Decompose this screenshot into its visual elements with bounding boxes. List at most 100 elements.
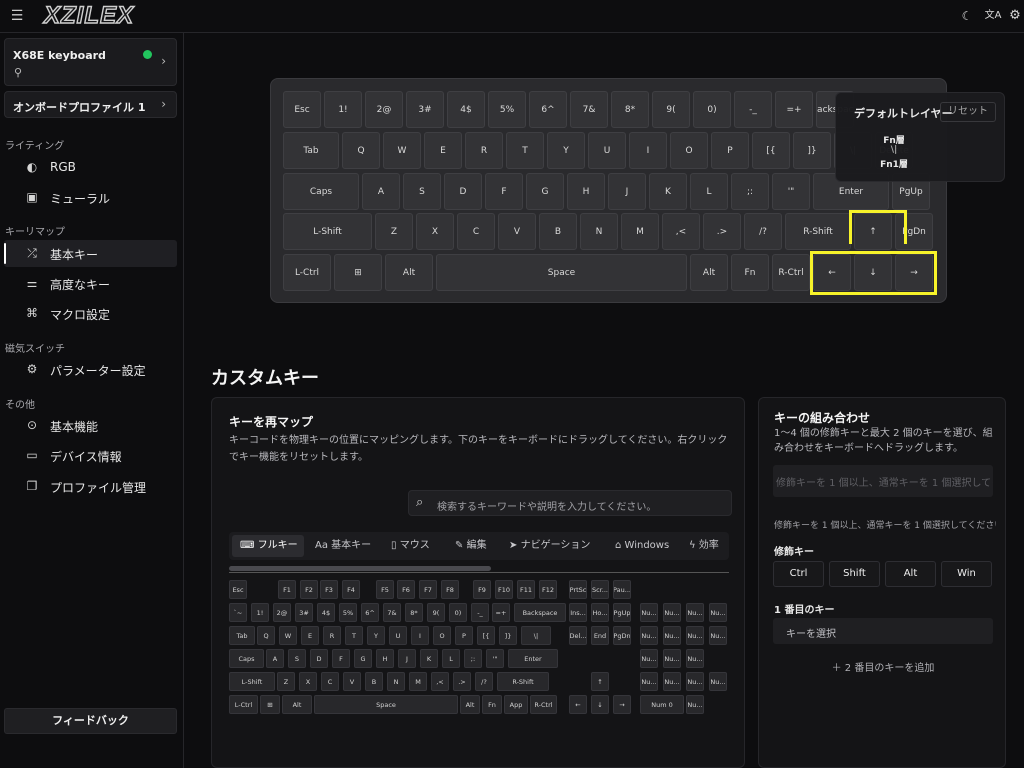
mini-key-1-5[interactable]: F4 — [342, 580, 360, 599]
key-5-8[interactable]: ← — [813, 254, 851, 291]
dark-mode-icon[interactable]: ☾ — [958, 7, 976, 25]
key-1-10[interactable]: 9( — [652, 91, 690, 128]
mini-key-6-10[interactable]: ↓ — [591, 695, 609, 714]
mini-key-2-18[interactable]: Nu... — [640, 603, 658, 622]
modifier-alt-button[interactable]: Alt — [885, 561, 936, 587]
mini-key-5-1[interactable]: L-Shift — [229, 672, 275, 691]
mini-key-1-14[interactable]: PrtSc — [569, 580, 587, 599]
key-4-1[interactable]: L-Shift — [283, 213, 372, 250]
mini-key-4-7[interactable]: H — [376, 649, 394, 668]
key-2-9[interactable]: I — [629, 132, 667, 169]
mini-key-1-11[interactable]: F10 — [495, 580, 513, 599]
key-1-12[interactable]: -_ — [734, 91, 772, 128]
mini-key-2-8[interactable]: 7& — [383, 603, 401, 622]
mini-key-6-13[interactable]: Nu... — [686, 695, 704, 714]
key-4-4[interactable]: C — [457, 213, 495, 250]
modifier-shift-button[interactable]: Shift — [829, 561, 880, 587]
key-3-11[interactable]: ;: — [731, 173, 769, 210]
feedback-button[interactable]: フィードバック — [4, 708, 177, 734]
mini-key-6-8[interactable]: R-Ctrl — [530, 695, 557, 714]
mini-key-4-15[interactable]: Nu... — [663, 649, 681, 668]
sidebar-item-device-info[interactable]: ▭ デバイス情報 — [4, 442, 177, 469]
mini-key-5-13[interactable]: ↑ — [591, 672, 609, 691]
mini-key-3-20[interactable]: Nu... — [686, 626, 704, 645]
scrollbar-thumb[interactable] — [229, 566, 491, 571]
mini-key-2-2[interactable]: 1! — [251, 603, 269, 622]
key-3-9[interactable]: K — [649, 173, 687, 210]
mini-key-6-12[interactable]: Num 0 — [640, 695, 684, 714]
key-4-7[interactable]: N — [580, 213, 618, 250]
sidebar-item-basic-functions[interactable]: ⊙ 基本機能 — [4, 412, 177, 439]
mini-key-5-11[interactable]: /? — [475, 672, 493, 691]
language-icon[interactable]: 文A — [984, 7, 1002, 25]
mini-key-3-5[interactable]: R — [323, 626, 341, 645]
device-card[interactable]: X68E keyboard › ⚲ — [4, 38, 177, 86]
search-input[interactable]: 検索するキーワードや説明を入力してください。 — [437, 498, 656, 513]
mini-key-4-12[interactable]: '" — [486, 649, 504, 668]
mini-key-1-4[interactable]: F3 — [320, 580, 338, 599]
mini-key-3-11[interactable]: P — [455, 626, 473, 645]
key-4-5[interactable]: V — [498, 213, 536, 250]
mini-key-2-12[interactable]: -_ — [471, 603, 489, 622]
mini-key-2-4[interactable]: 3# — [295, 603, 313, 622]
sidebar-item-parameters[interactable]: ⚙ パラメーター設定 — [4, 356, 177, 383]
tab-basic-keys[interactable]: Aa 基本キー — [307, 535, 379, 557]
tab-edit[interactable]: ✎ 編集 — [447, 535, 497, 557]
mini-key-4-5[interactable]: F — [332, 649, 350, 668]
key-1-6[interactable]: 5% — [488, 91, 526, 128]
tab-mouse[interactable]: ▯ マウス — [383, 535, 443, 557]
key-3-7[interactable]: H — [567, 173, 605, 210]
layer-reset-button[interactable]: リセット — [940, 102, 996, 122]
mini-key-3-6[interactable]: T — [345, 626, 363, 645]
key-5-6[interactable]: Fn — [731, 254, 769, 291]
key-1-11[interactable]: 0) — [693, 91, 731, 128]
mini-key-1-7[interactable]: F6 — [397, 580, 415, 599]
key-3-5[interactable]: F — [485, 173, 523, 210]
key-4-3[interactable]: X — [416, 213, 454, 250]
key-1-5[interactable]: 4$ — [447, 91, 485, 128]
key-4-12[interactable]: R-Shift — [785, 213, 851, 250]
mini-key-2-7[interactable]: 6^ — [361, 603, 379, 622]
key-5-4[interactable]: Space — [436, 254, 687, 291]
tab-windows[interactable]: ⌂ Windows — [607, 535, 677, 557]
mini-key-1-8[interactable]: F7 — [419, 580, 437, 599]
key-2-5[interactable]: R — [465, 132, 503, 169]
key-2-1[interactable]: Tab — [283, 132, 339, 169]
add-second-key-button[interactable]: ＋ 2 番目のキーを追加 — [759, 659, 1007, 674]
layer-fn1[interactable]: Fn1層 — [854, 157, 934, 170]
mini-key-2-6[interactable]: 5% — [339, 603, 357, 622]
key-2-13[interactable]: ]} — [793, 132, 831, 169]
key-3-12[interactable]: '" — [772, 173, 810, 210]
key-2-12[interactable]: [{ — [752, 132, 790, 169]
key-search[interactable]: ⌕ 検索するキーワードや説明を入力してください。 — [408, 490, 732, 516]
mini-key-5-7[interactable]: N — [387, 672, 405, 691]
key-5-9[interactable]: ↓ — [854, 254, 892, 291]
key-1-2[interactable]: 1! — [324, 91, 362, 128]
mini-key-1-2[interactable]: F1 — [278, 580, 296, 599]
mini-key-1-3[interactable]: F2 — [300, 580, 318, 599]
tab-efficiency[interactable]: ϟ 効率 — [681, 535, 729, 557]
key-2-6[interactable]: T — [506, 132, 544, 169]
key-4-13[interactable]: ↑ — [854, 213, 892, 250]
first-key-select[interactable]: キーを選択 — [773, 618, 993, 644]
mini-key-2-15[interactable]: Ins... — [569, 603, 587, 622]
key-3-10[interactable]: L — [690, 173, 728, 210]
mini-key-2-21[interactable]: Nu... — [709, 603, 727, 622]
mini-key-5-6[interactable]: B — [365, 672, 383, 691]
mini-key-4-13[interactable]: Enter — [508, 649, 558, 668]
key-5-3[interactable]: Alt — [385, 254, 433, 291]
mini-key-3-15[interactable]: Del... — [569, 626, 587, 645]
key-1-4[interactable]: 3# — [406, 91, 444, 128]
mini-key-1-15[interactable]: Scr... — [591, 580, 609, 599]
key-1-7[interactable]: 6^ — [529, 91, 567, 128]
mini-key-5-10[interactable]: .> — [453, 672, 471, 691]
key-5-5[interactable]: Alt — [690, 254, 728, 291]
tab-navigation[interactable]: ➤ ナビゲーション — [501, 535, 605, 557]
mini-key-3-13[interactable]: ]} — [499, 626, 517, 645]
mini-key-3-4[interactable]: E — [301, 626, 319, 645]
key-3-1[interactable]: Caps — [283, 173, 359, 210]
mini-key-2-11[interactable]: 0) — [449, 603, 467, 622]
mini-key-2-17[interactable]: PgUp — [613, 603, 631, 622]
mini-key-5-8[interactable]: M — [409, 672, 427, 691]
mini-key-6-1[interactable]: L-Ctrl — [229, 695, 258, 714]
